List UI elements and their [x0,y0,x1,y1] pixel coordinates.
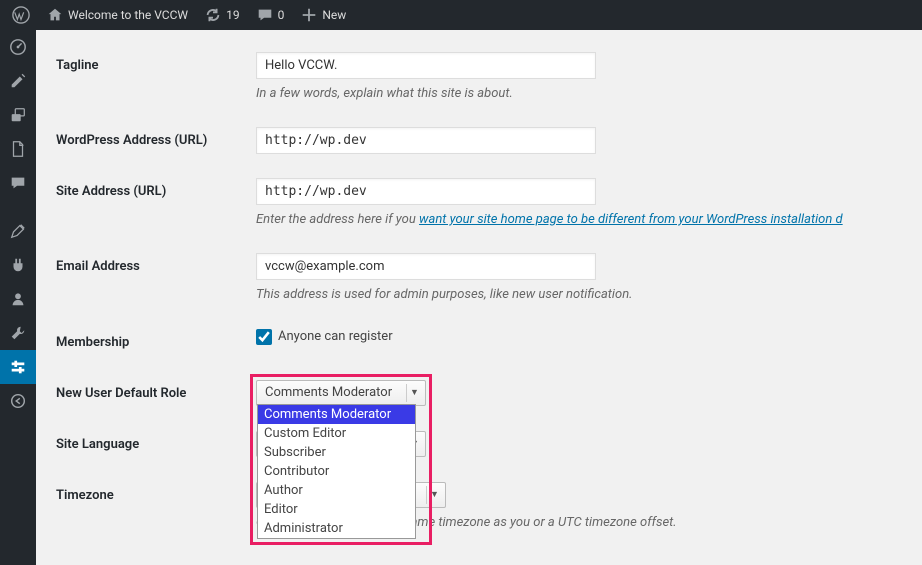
role-option[interactable]: Subscriber [258,443,415,462]
comment-icon [256,6,274,24]
settings-general-main: Tagline In a few words, explain what thi… [36,30,922,565]
settings-form-table: Tagline In a few words, explain what thi… [56,40,902,544]
comments-count: 0 [278,8,285,22]
menu-plugins[interactable] [0,248,36,282]
membership-checkbox-text: Anyone can register [278,329,393,344]
role-option[interactable]: Contributor [258,462,415,481]
menu-comments[interactable] [0,166,36,200]
home-icon [46,6,64,24]
wordpress-icon [12,6,30,24]
default-role-dropdown[interactable]: Comments ModeratorCustom EditorSubscribe… [257,404,416,539]
role-option[interactable]: Administrator [258,519,415,538]
default-role-label: New User Default Role [56,368,256,419]
plus-icon [300,6,318,24]
tagline-label: Tagline [56,40,256,115]
menu-media[interactable] [0,98,36,132]
admin-sidebar [0,30,36,565]
site-name-link[interactable]: Welcome to the VCCW [38,0,196,30]
membership-label: Membership [56,317,256,368]
comments-link[interactable]: 0 [248,0,293,30]
menu-dashboard[interactable] [0,30,36,64]
membership-checkbox-label[interactable]: Anyone can register [256,329,393,345]
site-address-help-link[interactable]: want your site home page to be different… [419,212,843,227]
role-option[interactable]: Comments Moderator [258,405,415,424]
refresh-icon [204,6,222,24]
site-name-text: Welcome to the VCCW [68,8,188,22]
menu-collapse[interactable] [0,384,36,418]
wp-address-label: WordPress Address (URL) [56,115,256,166]
menu-pages[interactable] [0,132,36,166]
membership-checkbox[interactable] [256,329,272,345]
email-label: Email Address [56,241,256,316]
menu-posts[interactable] [0,64,36,98]
chevron-down-icon: ▼ [426,486,442,504]
email-input[interactable] [256,253,596,280]
site-address-input[interactable] [256,178,596,205]
role-option[interactable]: Custom Editor [258,424,415,443]
wp-logo-menu[interactable] [4,0,38,30]
updates-link[interactable]: 19 [196,0,248,30]
updates-count: 19 [226,8,240,22]
menu-settings[interactable] [0,350,36,384]
tagline-input[interactable] [256,52,596,79]
timezone-label: Timezone [56,470,256,544]
default-role-select[interactable]: Comments Moderator ▼ [256,380,426,406]
site-address-label: Site Address (URL) [56,166,256,241]
chevron-down-icon: ▼ [406,384,422,402]
role-option[interactable]: Author [258,481,415,500]
site-address-desc: Enter the address here if you want your … [256,211,902,229]
email-desc: This address is used for admin purposes,… [256,286,902,304]
default-role-selected: Comments Moderator [265,385,392,400]
site-language-label: Site Language [56,419,256,470]
new-content-link[interactable]: New [292,0,354,30]
menu-tools[interactable] [0,316,36,350]
menu-users[interactable] [0,282,36,316]
admin-bar: Welcome to the VCCW 19 0 New [0,0,922,30]
wp-address-input[interactable] [256,127,596,154]
tagline-desc: In a few words, explain what this site i… [256,85,902,103]
new-label: New [322,8,346,22]
menu-appearance[interactable] [0,214,36,248]
role-option[interactable]: Editor [258,500,415,519]
